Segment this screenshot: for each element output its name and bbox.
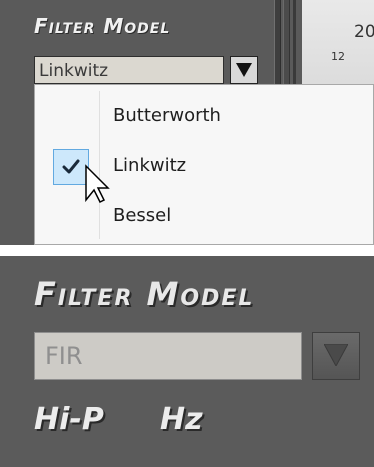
scale-label: 12 (331, 50, 345, 63)
scale-label: 20 (354, 22, 374, 42)
filter-model-field[interactable]: Linkwitz (34, 56, 224, 84)
knob-scale-area (302, 0, 374, 84)
arrow-cursor-icon (85, 164, 110, 204)
menu-item-butterworth[interactable]: Butterworth (113, 105, 221, 126)
panel-divider (274, 0, 281, 84)
filter-model-title: Filter Model (34, 275, 255, 313)
bottom-panel: Filter Model FIR Hi-P Hz (0, 256, 374, 467)
filter-model-field[interactable]: FIR (34, 332, 302, 380)
checkmark-icon (62, 159, 80, 174)
dropdown-arrow-button[interactable] (230, 56, 258, 84)
panel-divider (283, 0, 290, 84)
filter-model-combobox[interactable]: Linkwitz (34, 56, 258, 86)
menu-item-bessel[interactable]: Bessel (113, 205, 171, 226)
filter-model-combobox[interactable]: FIR (34, 332, 362, 380)
triangle-down-icon (236, 63, 252, 77)
menu-item-linkwitz[interactable]: Linkwitz (113, 155, 186, 176)
dropdown-arrow-button[interactable] (312, 332, 360, 380)
filter-model-title: Filter Model (34, 14, 171, 38)
top-panel: Filter Model 20 12 Linkwitz Butterworth … (0, 0, 374, 245)
triangle-down-icon (324, 344, 348, 366)
hi-pass-label: Hi-P (34, 402, 104, 437)
panel-divider (293, 0, 296, 84)
hz-unit-label: Hz (160, 402, 203, 437)
